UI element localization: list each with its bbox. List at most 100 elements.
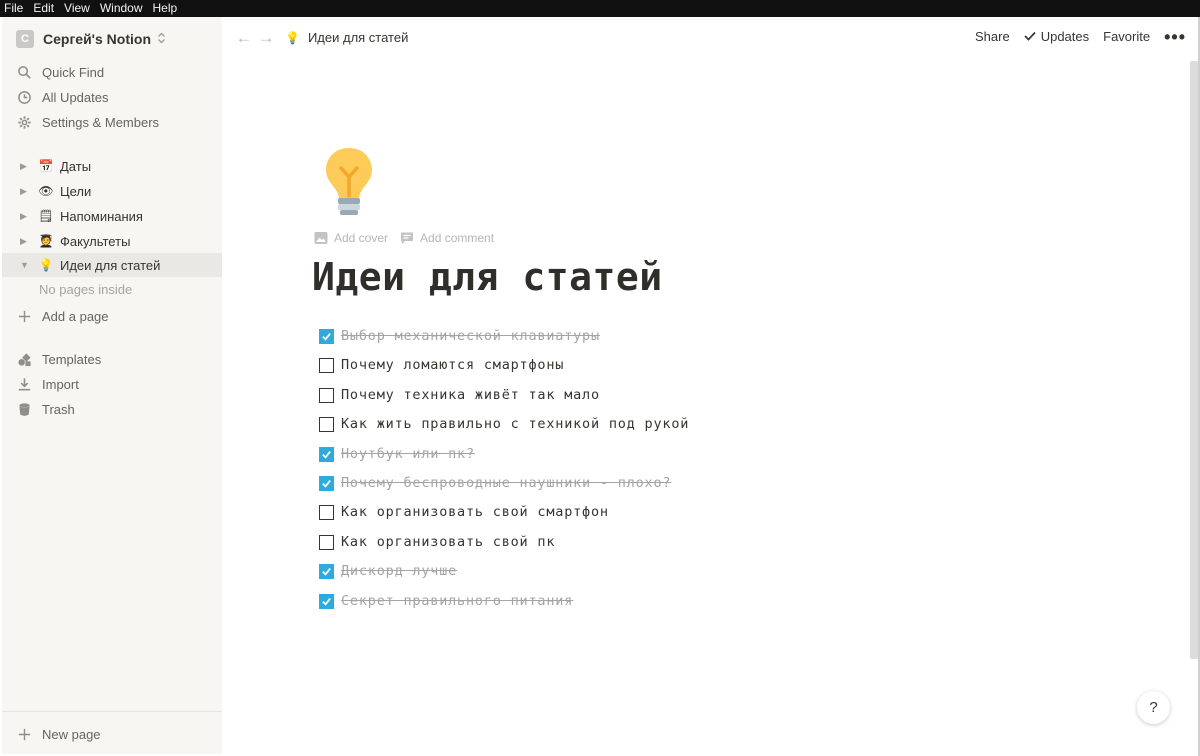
todo-item: Почему ломаются смартфоны xyxy=(319,354,564,376)
gear-icon xyxy=(16,114,32,130)
new-page-label: New page xyxy=(42,726,101,742)
image-icon xyxy=(314,232,328,244)
new-page-button[interactable]: New page xyxy=(16,723,101,745)
checkbox-checked[interactable] xyxy=(319,475,334,491)
todo-text[interactable]: Почему ломаются смартфоны xyxy=(341,357,564,373)
add-cover-label: Add cover xyxy=(334,231,389,245)
todo-text[interactable]: Секрет правильного питания xyxy=(341,593,573,609)
favorite-button[interactable]: Favorite xyxy=(1103,29,1150,44)
todo-item: Как организовать свой пк xyxy=(319,531,555,553)
menu-view[interactable]: View xyxy=(64,0,90,17)
triangle-right-icon[interactable]: ▶ xyxy=(20,186,30,197)
todo-item: Почему беспроводные наушники - плохо? xyxy=(319,472,671,494)
updates-label: Updates xyxy=(1040,29,1090,44)
add-cover-button[interactable]: Add cover xyxy=(314,231,388,245)
menu-help[interactable]: Help xyxy=(153,0,178,17)
plus-icon xyxy=(16,726,32,742)
sidebar-page-tseli[interactable]: ▶ 👁 Цели xyxy=(2,179,222,203)
checkbox[interactable] xyxy=(319,387,334,403)
todo-text[interactable]: Дискорд лучше xyxy=(341,563,457,579)
sidebar-templates-label: Templates xyxy=(42,351,102,367)
sidebar-all-updates[interactable]: All Updates xyxy=(16,86,108,108)
todo-item: Секрет правильного питания xyxy=(319,590,573,612)
help-button[interactable]: ? xyxy=(1137,691,1170,724)
search-icon xyxy=(16,64,32,80)
workspace-avatar: С xyxy=(16,30,34,48)
eye-icon: 👁 xyxy=(38,184,54,198)
menu-edit[interactable]: Edit xyxy=(33,0,54,17)
sidebar-quick-find-label: Quick Find xyxy=(42,64,105,80)
sidebar-import-label: Import xyxy=(42,376,79,392)
triangle-down-icon[interactable]: ▼ xyxy=(20,260,30,270)
share-button[interactable]: Share xyxy=(975,29,1010,44)
checkbox[interactable] xyxy=(319,534,334,550)
checkbox[interactable] xyxy=(319,416,334,432)
topbar-actions: Share Updates Favorite ••• xyxy=(961,28,1186,46)
page-title[interactable]: Идеи для статей xyxy=(312,255,663,299)
todo-text[interactable]: Почему техника живёт так мало xyxy=(341,387,600,403)
sidebar-all-updates-label: All Updates xyxy=(42,89,109,105)
page-icon-lightbulb[interactable] xyxy=(322,146,376,218)
todo-text[interactable]: Почему беспроводные наушники - плохо? xyxy=(341,475,671,491)
menu-window[interactable]: Window xyxy=(100,0,143,17)
sidebar-import[interactable]: Import xyxy=(16,373,79,395)
clock-icon xyxy=(16,89,32,105)
import-icon xyxy=(16,376,32,392)
lightbulb-icon: 💡 xyxy=(285,30,300,45)
todo-text[interactable]: Как организовать свой пк xyxy=(341,534,555,550)
page-meta: Add cover Add comment xyxy=(314,231,506,245)
triangle-right-icon[interactable]: ▶ xyxy=(20,211,30,222)
add-comment-label: Add comment xyxy=(420,231,495,245)
comment-icon xyxy=(401,232,414,244)
checkbox-checked[interactable] xyxy=(319,446,334,462)
checkbox[interactable] xyxy=(319,357,334,373)
sidebar-page-napominaniya[interactable]: ▶ 🗒 Напоминания xyxy=(2,204,222,228)
todo-text[interactable]: Как жить правильно с техникой под рукой xyxy=(341,416,689,432)
sidebar-trash[interactable]: Trash xyxy=(16,398,75,420)
sidebar-page-label: Напоминания xyxy=(60,208,143,224)
breadcrumb[interactable]: 💡 Идеи для статей xyxy=(285,30,408,45)
sidebar-divider xyxy=(2,711,222,712)
sidebar-trash-label: Trash xyxy=(42,401,75,417)
more-options-icon[interactable]: ••• xyxy=(1164,28,1186,46)
workspace-switcher[interactable]: С Сергей's Notion xyxy=(16,29,166,49)
sidebar-settings-label: Settings & Members xyxy=(42,114,160,130)
todo-item: Как жить правильно с техникой под рукой xyxy=(319,413,689,435)
notepad-icon: 🗒 xyxy=(38,209,54,223)
todo-item: Ноутбук или пк? xyxy=(319,443,475,465)
todo-text[interactable]: Как организовать свой смартфон xyxy=(341,504,609,520)
todo-text[interactable]: Ноутбук или пк? xyxy=(341,446,475,462)
add-comment-button[interactable]: Add comment xyxy=(400,231,494,245)
sidebar-page-label: Факультеты xyxy=(60,233,131,249)
sidebar-templates[interactable]: Templates xyxy=(16,348,101,370)
triangle-right-icon[interactable]: ▶ xyxy=(20,161,30,172)
calendar-icon: 📅 xyxy=(38,159,54,173)
student-icon: 🧑‍🎓 xyxy=(38,234,54,248)
updates-button[interactable]: Updates xyxy=(1024,29,1089,44)
lightbulb-icon: 💡 xyxy=(38,258,54,272)
add-a-page-button[interactable]: Add a page xyxy=(16,305,109,327)
topbar: ← → 💡 Идеи для статей Share Updates Favo… xyxy=(222,17,1200,61)
forward-arrow-icon[interactable]: → xyxy=(257,29,275,47)
no-pages-inside: No pages inside xyxy=(39,282,133,297)
sidebar-page-daty[interactable]: ▶ 📅 Даты xyxy=(2,154,222,178)
todo-item: Почему техника живёт так мало xyxy=(319,384,600,406)
app-menubar: File Edit View Window Help xyxy=(0,0,1200,17)
sidebar-settings[interactable]: Settings & Members xyxy=(16,111,159,133)
sidebar-page-idei[interactable]: ▼ 💡 Идеи для статей xyxy=(2,253,222,277)
todo-text[interactable]: Выбор механической клавиатуры xyxy=(341,328,600,344)
scrollbar[interactable] xyxy=(1190,61,1198,659)
checkbox-checked[interactable] xyxy=(319,593,334,609)
check-icon xyxy=(1024,30,1036,44)
breadcrumb-title: Идеи для статей xyxy=(307,30,409,45)
triangle-right-icon[interactable]: ▶ xyxy=(20,236,30,247)
sidebar-page-fakultety[interactable]: ▶ 🧑‍🎓 Факультеты xyxy=(2,229,222,253)
sidebar: С Сергей's Notion Quick Find All Updates… xyxy=(2,17,222,754)
checkbox[interactable] xyxy=(319,504,334,520)
sidebar-page-label: Даты xyxy=(60,158,92,174)
back-arrow-icon[interactable]: ← xyxy=(235,29,253,47)
checkbox-checked[interactable] xyxy=(319,563,334,579)
menu-file[interactable]: File xyxy=(4,0,23,17)
sidebar-quick-find[interactable]: Quick Find xyxy=(16,61,104,83)
checkbox-checked[interactable] xyxy=(319,328,334,344)
